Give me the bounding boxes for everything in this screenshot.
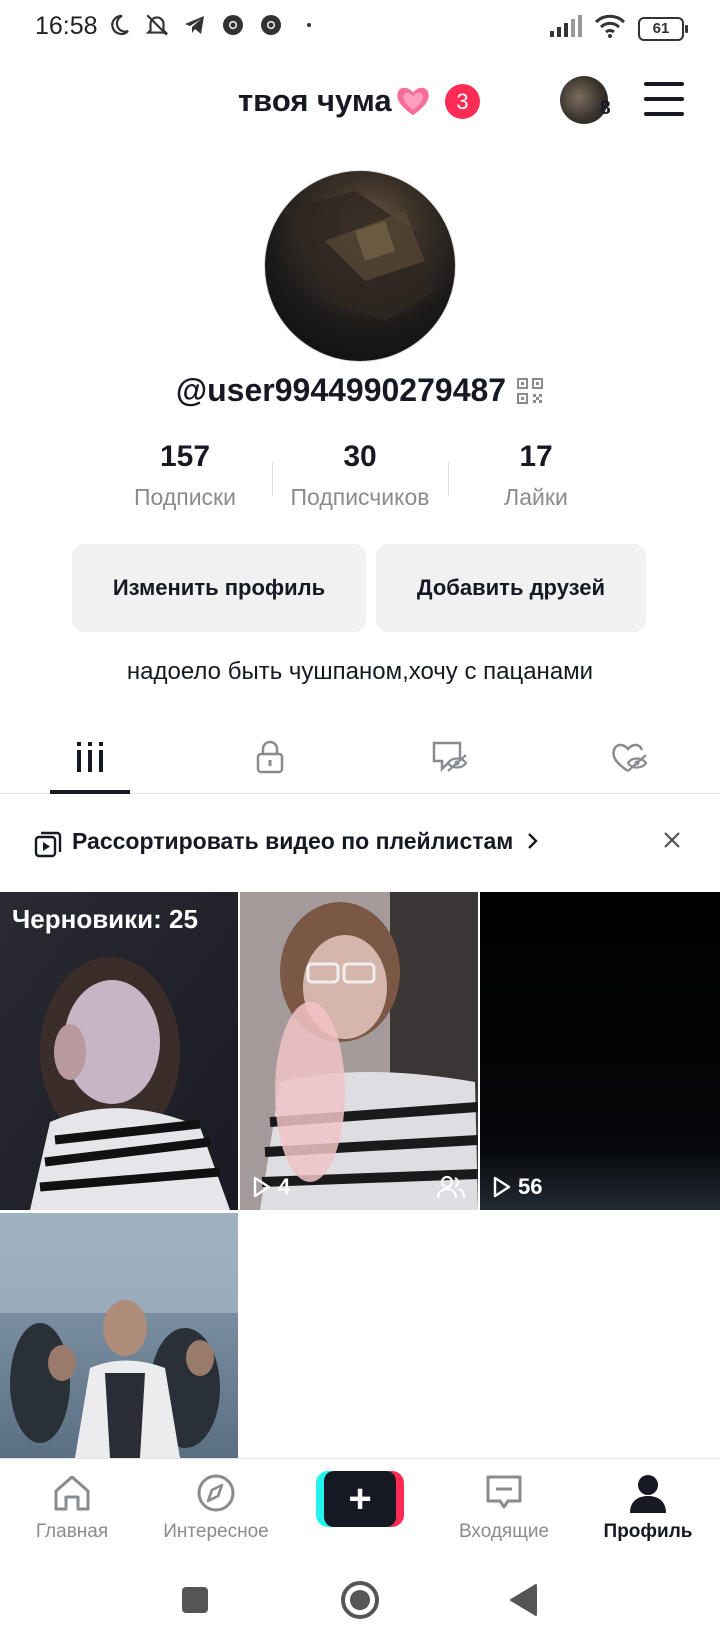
profile-header: твоя чума 3 8 (0, 70, 720, 134)
profile-tabs (0, 720, 720, 794)
profile-bio: надоело быть чушпаном,хочу с пацанами (126, 658, 594, 685)
tab-videos[interactable] (0, 720, 180, 794)
active-tab-indicator (50, 790, 130, 794)
playlist-icon (34, 831, 62, 858)
nav-discover[interactable]: Интересное (146, 1459, 286, 1551)
qr-code-icon[interactable] (516, 377, 544, 405)
add-friends-button[interactable]: Добавить друзей (376, 544, 646, 632)
nav-inbox[interactable]: Входящие (434, 1459, 574, 1551)
status-bar: 16:58 61 (0, 0, 720, 54)
play-icon (493, 1176, 511, 1198)
stat-following[interactable]: 157 Подписки (97, 440, 273, 511)
nav-inbox-label: Входящие (458, 1521, 550, 1542)
video-tile[interactable]: 4 (240, 892, 478, 1210)
nav-home-label: Главная (35, 1521, 109, 1542)
bell-off-icon (144, 12, 170, 38)
play-icon (253, 1176, 271, 1198)
moon-icon (106, 12, 132, 38)
username-text: @user9944990279487 (175, 372, 507, 408)
stat-following-value: 157 (159, 440, 211, 473)
notification-badge: 3 (445, 84, 480, 119)
plus-icon: + (324, 1471, 396, 1527)
video-tile-drafts[interactable]: Черновики: 25 (0, 892, 238, 1210)
video-tile[interactable]: 56 (480, 892, 720, 1210)
back-triangle-icon[interactable] (508, 1583, 538, 1617)
create-button[interactable]: + (316, 1471, 404, 1527)
battery-indicator: 61 (638, 16, 688, 41)
status-right-icons: 61 (550, 14, 688, 43)
chrome-icon-2 (258, 12, 284, 38)
edit-profile-button[interactable]: Изменить профиль (72, 544, 366, 632)
account-switcher[interactable]: твоя чума (238, 82, 432, 120)
status-left-icons (106, 12, 322, 38)
nav-profile-label: Профиль (603, 1521, 693, 1542)
videos-grid-icon (77, 742, 103, 772)
close-icon[interactable] (660, 828, 684, 852)
stat-likes[interactable]: 17 Лайки (448, 440, 624, 511)
system-navigation-bar (0, 1550, 720, 1650)
playlist-banner[interactable]: Рассортировать видео по плейлистам (0, 808, 720, 878)
home-icon (54, 1475, 90, 1511)
bottom-navigation: Главная Интересное + Входящие Профиль (0, 1458, 720, 1550)
recents-square-icon[interactable] (181, 1586, 209, 1614)
stat-following-label: Подписки (134, 484, 236, 510)
account-name: твоя чума (238, 83, 392, 118)
inbox-icon (486, 1475, 522, 1509)
home-circle-icon[interactable] (340, 1580, 380, 1620)
stat-followers-label: Подписчиков (290, 484, 430, 510)
tab-private[interactable] (180, 720, 360, 794)
video-views: 56 (492, 1174, 542, 1200)
eye-off-icon (432, 741, 468, 773)
stat-likes-label: Лайки (504, 484, 568, 510)
status-time: 16:58 (35, 12, 98, 40)
menu-icon[interactable] (644, 82, 684, 116)
stat-followers[interactable]: 30 Подписчиков (272, 440, 448, 511)
lock-icon (256, 740, 284, 774)
nav-discover-label: Интересное (163, 1521, 269, 1542)
profile-icon (630, 1475, 666, 1513)
friends-only-icon (436, 1175, 466, 1199)
video-views: 4 (252, 1174, 290, 1200)
stat-likes-value: 17 (519, 440, 553, 473)
video-views-count: 4 (278, 1174, 291, 1199)
drafts-label: Черновики: 25 (12, 904, 198, 934)
dot-icon (296, 12, 322, 38)
profile-stats: 157 Подписки 30 Подписчиков 17 Лайки (0, 440, 720, 520)
chevron-right-icon (527, 833, 538, 849)
telegram-icon (182, 12, 208, 38)
nav-home[interactable]: Главная (2, 1459, 142, 1551)
compass-icon (197, 1474, 235, 1512)
tab-liked[interactable] (540, 720, 720, 794)
stat-followers-value: 30 (343, 440, 377, 473)
profile-avatar[interactable] (264, 170, 456, 362)
playlist-banner-text: Рассортировать видео по плейлистам (72, 828, 540, 855)
video-tile[interactable] (0, 1213, 238, 1458)
signal-icon (550, 15, 582, 42)
video-views-count: 56 (518, 1174, 543, 1199)
heart-eye-off-icon (612, 743, 648, 773)
pink-heart-emoji-icon (396, 87, 429, 116)
nav-profile[interactable]: Профиль (578, 1459, 718, 1551)
switch-account-count: 8 (600, 98, 611, 119)
wifi-icon (594, 14, 626, 43)
tab-hidden[interactable] (360, 720, 540, 794)
username: @user9944990279487 (0, 372, 720, 409)
chrome-icon (220, 12, 246, 38)
